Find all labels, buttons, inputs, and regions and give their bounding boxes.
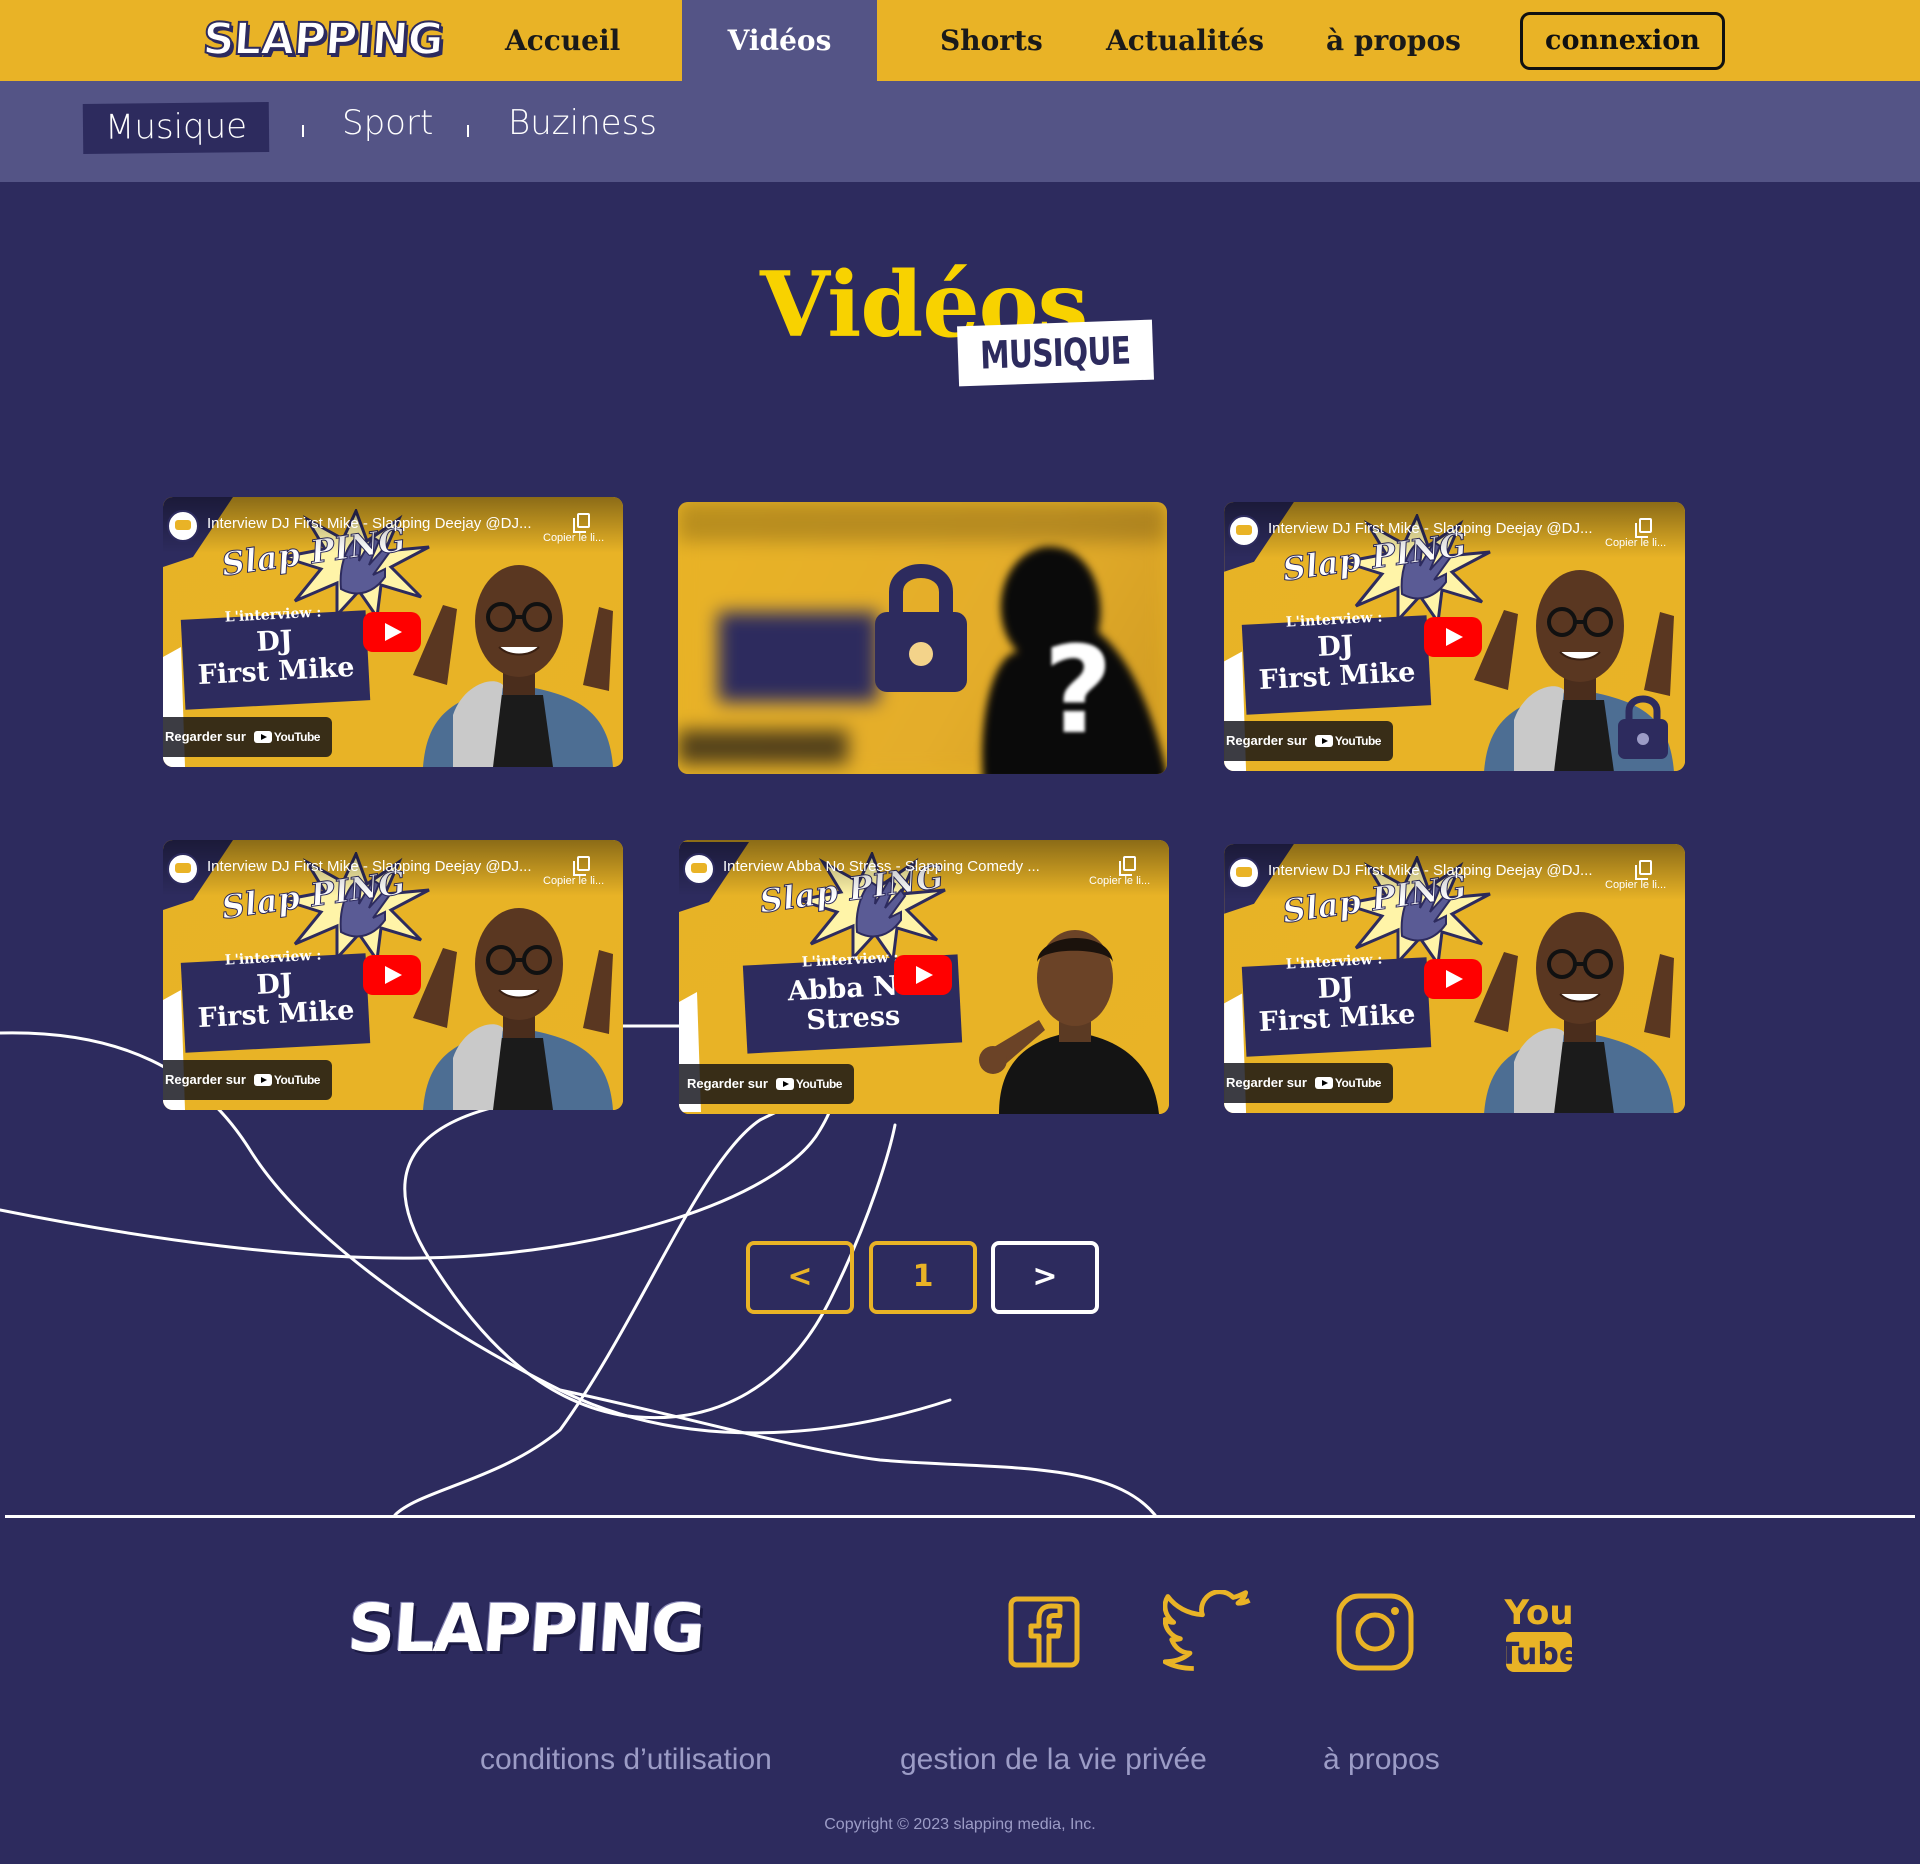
youtube-logo-icon [775,1078,794,1090]
channel-avatar[interactable] [683,853,715,885]
video-card[interactable]: Slap PINGL'interview :Abba NoStressInter… [679,840,1169,1114]
nav-item-videos[interactable]: Vidéos [682,0,877,81]
nav-item-a-propos[interactable]: à propos [1326,0,1461,81]
subnav-item-buziness[interactable]: Buziness [508,103,657,143]
video-title[interactable]: Interview DJ First Mike - Slapping Deeja… [1268,520,1598,537]
login-button[interactable]: connexion [1520,12,1725,70]
channel-avatar[interactable] [167,510,199,542]
youtube-wordmark: YouTube [795,1077,843,1091]
subnav-separator [302,125,304,137]
nav-item-accueil[interactable]: Accueil [505,0,620,81]
pagination-page-button[interactable]: 1 [869,1241,977,1314]
guest-photo [1474,912,1674,1113]
copyright-text: Copyright © 2023 slapping media, Inc. [824,1816,1096,1833]
youtube-icon[interactable]: You Tube [1500,1590,1578,1674]
watch-on-label: Regarder sur [687,1076,768,1091]
video-card[interactable]: Slap PINGL'interview :DJFirst MikeInterv… [1224,502,1685,771]
watch-on-label: Regarder sur [165,1072,246,1087]
footer-link-conditions[interactable]: conditions d’utilisation [480,1743,772,1777]
play-button[interactable] [1424,617,1482,657]
nav-item-shorts[interactable]: Shorts [940,0,1043,81]
play-button[interactable] [363,612,421,652]
interview-banner: L'interview : DJ First Mike [180,605,371,710]
interview-banner: L'interview : DJ First Mike [180,948,371,1053]
copy-link-icon[interactable] [1635,518,1652,538]
top-navigation: SLAPPING Accueil Vidéos Shorts Actualité… [0,0,1920,81]
brand-logo[interactable]: SLAPPING [200,13,445,66]
youtube-icon-text-top: You [1503,1593,1573,1633]
lock-icon [1618,695,1668,759]
guest-photo [979,930,1159,1114]
subnav-separator [467,125,469,137]
guest-photo [413,565,613,767]
watch-on-youtube-button[interactable]: Regarder sur YouTube [679,1064,854,1104]
footer-link-privacy[interactable]: gestion de la vie privée [900,1743,1207,1777]
copy-link-label[interactable]: Copier le li... [1605,537,1666,549]
subnav-item-sport[interactable]: Sport [342,103,433,143]
video-title[interactable]: Interview DJ First Mike - Slapping Deeja… [207,515,537,532]
copy-link-icon[interactable] [1635,860,1652,880]
interview-banner: L'interview : DJ First Mike [1241,952,1432,1057]
footer-link-about[interactable]: à propos [1323,1743,1440,1777]
lock-icon: ? [875,546,1167,774]
category-tag: MUSIQUE [957,319,1154,387]
category-tag-label: MUSIQUE [979,328,1132,378]
youtube-wordmark: YouTube [1334,1076,1382,1090]
channel-avatar[interactable] [1228,857,1260,889]
pagination-prev-button[interactable]: < [746,1241,854,1314]
watch-on-label: Regarder sur [1226,1075,1307,1090]
category-subnav: Musique Sport Buziness [0,81,1920,182]
channel-avatar[interactable] [167,853,199,885]
youtube-logo-icon [1314,735,1333,747]
nav-item-actualites[interactable]: Actualités [1106,0,1264,81]
copy-link-label[interactable]: Copier le li... [543,875,604,887]
video-card[interactable]: ? [678,502,1167,774]
play-button[interactable] [363,955,421,995]
interview-banner: L'interview : DJ First Mike [1241,610,1432,715]
copy-link-label[interactable]: Copier le li... [543,532,604,544]
video-card[interactable]: Slap PINGL'interview :DJFirst MikeInterv… [1224,844,1685,1113]
youtube-logo-icon [1314,1077,1333,1089]
youtube-wordmark: YouTube [1334,734,1382,748]
video-title[interactable]: Interview DJ First Mike - Slapping Deeja… [1268,862,1598,879]
play-button[interactable] [1424,959,1482,999]
copy-link-icon[interactable] [573,856,590,876]
twitter-icon[interactable] [1163,1590,1255,1674]
youtube-wordmark: YouTube [273,1073,321,1087]
youtube-logo-icon [253,731,272,743]
watch-on-label: Regarder sur [165,729,246,744]
watch-on-label: Regarder sur [1226,733,1307,748]
copy-link-icon[interactable] [573,513,590,533]
copy-link-label[interactable]: Copier le li... [1089,875,1150,887]
watch-on-youtube-button[interactable]: Regarder sur YouTube [163,717,332,757]
svg-text:?: ? [1043,622,1113,761]
youtube-logo-icon [253,1074,272,1086]
watch-on-youtube-button[interactable]: Regarder sur YouTube [1224,1063,1393,1103]
copy-link-label[interactable]: Copier le li... [1605,879,1666,891]
video-card[interactable]: Slap PINGL'interview :DJFirst MikeInterv… [163,497,623,767]
watch-on-youtube-button[interactable]: Regarder sur YouTube [163,1060,332,1100]
footer-brand-logo[interactable]: SLAPPING [345,1590,706,1667]
video-title[interactable]: Interview Abba No Stress - Slapping Come… [723,858,1053,875]
copy-link-icon[interactable] [1119,856,1136,876]
youtube-wordmark: YouTube [273,730,321,744]
guest-photo [413,908,613,1110]
pagination-next-button[interactable]: > [991,1241,1099,1314]
facebook-icon[interactable] [1002,1590,1086,1674]
footer-divider [5,1515,1915,1518]
instagram-icon[interactable] [1333,1590,1417,1674]
subnav-item-musique[interactable]: Musique [82,102,270,154]
watch-on-youtube-button[interactable]: Regarder sur YouTube [1224,721,1393,761]
video-card[interactable]: Slap PINGL'interview :DJFirst MikeInterv… [163,840,623,1110]
play-button[interactable] [894,955,952,995]
youtube-icon-text-bottom: Tube [1500,1637,1578,1672]
video-title[interactable]: Interview DJ First Mike - Slapping Deeja… [207,858,537,875]
channel-avatar[interactable] [1228,515,1260,547]
